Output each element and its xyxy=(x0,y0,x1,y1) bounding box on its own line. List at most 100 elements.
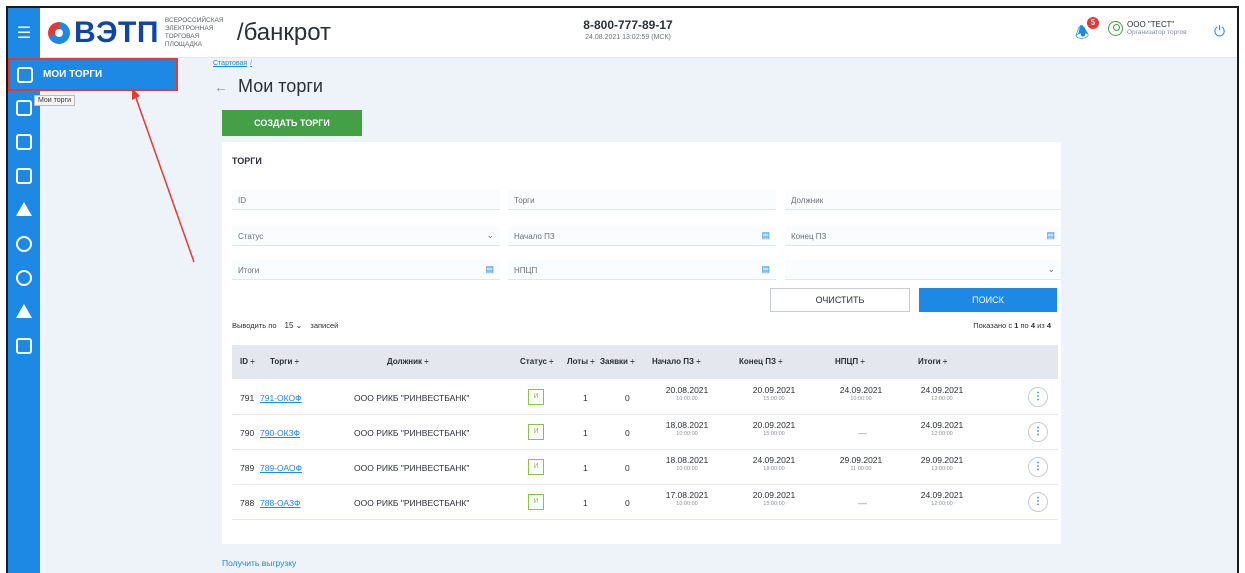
end-date: 24.09.2021 xyxy=(752,455,796,465)
row-debtor: ООО РИКБ "РИНВЕСТБАНК" xyxy=(354,498,470,508)
table-row[interactable]: 791 791-ОКОФ ООО РИКБ "РИНВЕСТБАНК" И 1 … xyxy=(232,380,1058,415)
row-results: 29.09.2021 13:00:00 xyxy=(912,455,972,472)
trade-link[interactable]: 791-ОКОФ xyxy=(260,393,302,403)
col-status[interactable]: Статус ÷ xyxy=(520,357,554,366)
chevron-down-icon: ⌄ xyxy=(1047,264,1055,274)
row-actions-icon[interactable]: ⋮ xyxy=(1028,492,1048,512)
app-window: ☰ ВЭТП ВСЕРОССИЙСКАЯ ЭЛЕКТРОННАЯ ТОРГОВА… xyxy=(6,6,1239,573)
user-menu[interactable]: ООО "ТЕСТ" Организатор торгов xyxy=(1108,20,1187,36)
row-lots: 1 xyxy=(583,463,588,473)
col-debtor[interactable]: Должник ÷ xyxy=(387,357,429,366)
breadcrumb: Стартовая / xyxy=(213,60,252,67)
col-start-pz[interactable]: Начало ПЗ ÷ xyxy=(652,357,701,366)
debtor-input[interactable]: Должник xyxy=(785,190,1061,210)
row-bids: 0 xyxy=(625,393,630,403)
extra-select[interactable]: ⌄ xyxy=(785,260,1061,280)
page-title-text: Мои торги xyxy=(238,76,323,96)
start-pz-date-input[interactable]: Начало ПЗ ▤ xyxy=(508,226,776,246)
page-title: ← Мои торги xyxy=(214,76,323,97)
create-trade-button[interactable]: СОЗДАТЬ ТОРГИ xyxy=(222,110,362,136)
row-end-pz: 20.09.2021 15:00:00 xyxy=(744,490,804,507)
result-date: 24.09.2021 xyxy=(920,420,964,430)
contact-info: 8-800-777-89-17 24.08.2021 13:02:59 (МСК… xyxy=(568,18,688,41)
start-time: 10:00:00 xyxy=(676,431,698,437)
results-date-input[interactable]: Итоги ▤ xyxy=(232,260,500,280)
user-role: Организатор торгов xyxy=(1127,29,1187,36)
end-date: 20.09.2021 xyxy=(752,385,796,395)
col-lots[interactable]: Лоты ÷ xyxy=(567,357,595,366)
clear-button[interactable]: ОЧИСТИТЬ xyxy=(770,288,910,312)
id-placeholder: ID xyxy=(238,196,246,205)
row-bids: 0 xyxy=(625,428,630,438)
bell-icon: 🕭 xyxy=(1075,25,1090,42)
trade-link[interactable]: 790-ОКЗФ xyxy=(260,428,300,438)
id-input[interactable]: ID xyxy=(232,190,500,210)
col-results[interactable]: Итоги ÷ xyxy=(918,357,947,366)
trades-card: ТОРГИ ID Торги Должник Статус ⌄ Начало ПЗ… xyxy=(222,142,1061,544)
table-row[interactable]: 788 788-ОАЗФ ООО РИКБ "РИНВЕСТБАНК" И 1 … xyxy=(232,485,1058,520)
notifications-button[interactable]: 🕭 5 xyxy=(1075,17,1099,44)
pagination-info: Показано с 1 по 4 из 4 xyxy=(973,321,1051,330)
npcp-date-input[interactable]: НПЦП ▤ xyxy=(508,260,776,280)
col-end-pz[interactable]: Конец ПЗ ÷ xyxy=(739,357,783,366)
row-actions-icon[interactable]: ⋮ xyxy=(1028,422,1048,442)
calendar-icon[interactable]: ▤ xyxy=(761,264,770,275)
calculator-icon[interactable] xyxy=(16,338,32,354)
status-badge: И xyxy=(528,494,544,510)
row-actions-icon[interactable]: ⋮ xyxy=(1028,387,1048,407)
back-arrow-icon[interactable]: ← xyxy=(214,79,228,95)
row-end-pz: 20.09.2021 15:00:00 xyxy=(744,420,804,437)
row-results: 24.09.2021 12:00:00 xyxy=(912,490,972,507)
per-page-label: Выводить по xyxy=(232,321,277,330)
start-time: 10:00:00 xyxy=(676,501,698,507)
col-bids[interactable]: Заявки ÷ xyxy=(600,357,635,366)
status-select[interactable]: Статус ⌄ xyxy=(232,226,500,246)
row-npcp: 24.09.2021 10:00:00 xyxy=(831,385,891,402)
result-date: 24.09.2021 xyxy=(920,490,964,500)
end-date: 20.09.2021 xyxy=(752,490,796,500)
status-badge: И xyxy=(528,459,544,475)
user-icon xyxy=(1108,20,1123,36)
result-time: 12:00:00 xyxy=(931,501,953,507)
start-date: 18.08.2021 xyxy=(665,455,709,465)
start-date: 17.08.2021 xyxy=(665,490,709,500)
row-bids: 0 xyxy=(625,498,630,508)
shown-to: 4 xyxy=(1030,321,1035,330)
debtor-placeholder: Должник xyxy=(791,196,824,205)
user-name: ООО "ТЕСТ" xyxy=(1127,20,1175,29)
calendar-icon[interactable]: ▤ xyxy=(485,264,494,275)
trade-link[interactable]: 789-ОАОФ xyxy=(260,463,302,473)
end-time: 18:00:00 xyxy=(763,466,785,472)
table-row[interactable]: 789 789-ОАОФ ООО РИКБ "РИНВЕСТБАНК" И 1 … xyxy=(232,450,1058,485)
breadcrumb-home-link[interactable]: Стартовая xyxy=(213,60,247,67)
trade-link[interactable]: 788-ОАЗФ xyxy=(260,498,301,508)
calendar-icon[interactable]: ▤ xyxy=(1046,230,1055,241)
result-time: 12:00:00 xyxy=(931,431,953,437)
logout-icon[interactable]: ⏻ xyxy=(1214,23,1225,40)
per-page-select[interactable]: 15 ⌄ xyxy=(281,321,307,330)
export-link[interactable]: Получить выгрузку xyxy=(222,558,296,568)
npcp-date: 29.09.2021 xyxy=(839,455,883,465)
status-badge: И xyxy=(528,389,544,405)
col-npcp[interactable]: НПЦП ÷ xyxy=(835,357,865,366)
trades-input[interactable]: Торги xyxy=(508,190,776,210)
col-trades[interactable]: Торги ÷ xyxy=(270,357,299,366)
phone-number: 8-800-777-89-17 xyxy=(583,18,673,32)
col-id[interactable]: ID ÷ xyxy=(240,357,255,366)
shown-total: 4 xyxy=(1046,321,1051,330)
table-row[interactable]: 790 790-ОКЗФ ООО РИКБ "РИНВЕСТБАНК" И 1 … xyxy=(232,415,1058,450)
end-time: 15:00:00 xyxy=(763,501,785,507)
row-npcp: 29.09.2021 11:00:00 xyxy=(831,455,891,472)
status-placeholder: Статус xyxy=(238,232,264,241)
row-results: 24.09.2021 12:00:00 xyxy=(912,420,972,437)
calendar-icon[interactable]: ▤ xyxy=(761,230,770,241)
row-actions-icon[interactable]: ⋮ xyxy=(1028,457,1048,477)
search-button[interactable]: ПОИСК xyxy=(919,288,1057,312)
result-date: 24.09.2021 xyxy=(920,385,964,395)
end-pz-date-input[interactable]: Конец ПЗ ▤ xyxy=(785,226,1061,246)
row-debtor: ООО РИКБ "РИНВЕСТБАНК" xyxy=(354,393,470,403)
per-page-value: 15 xyxy=(284,321,294,330)
breadcrumb-separator: / xyxy=(250,60,253,67)
results-placeholder: Итоги xyxy=(238,266,260,275)
end-date: 20.09.2021 xyxy=(752,420,796,430)
